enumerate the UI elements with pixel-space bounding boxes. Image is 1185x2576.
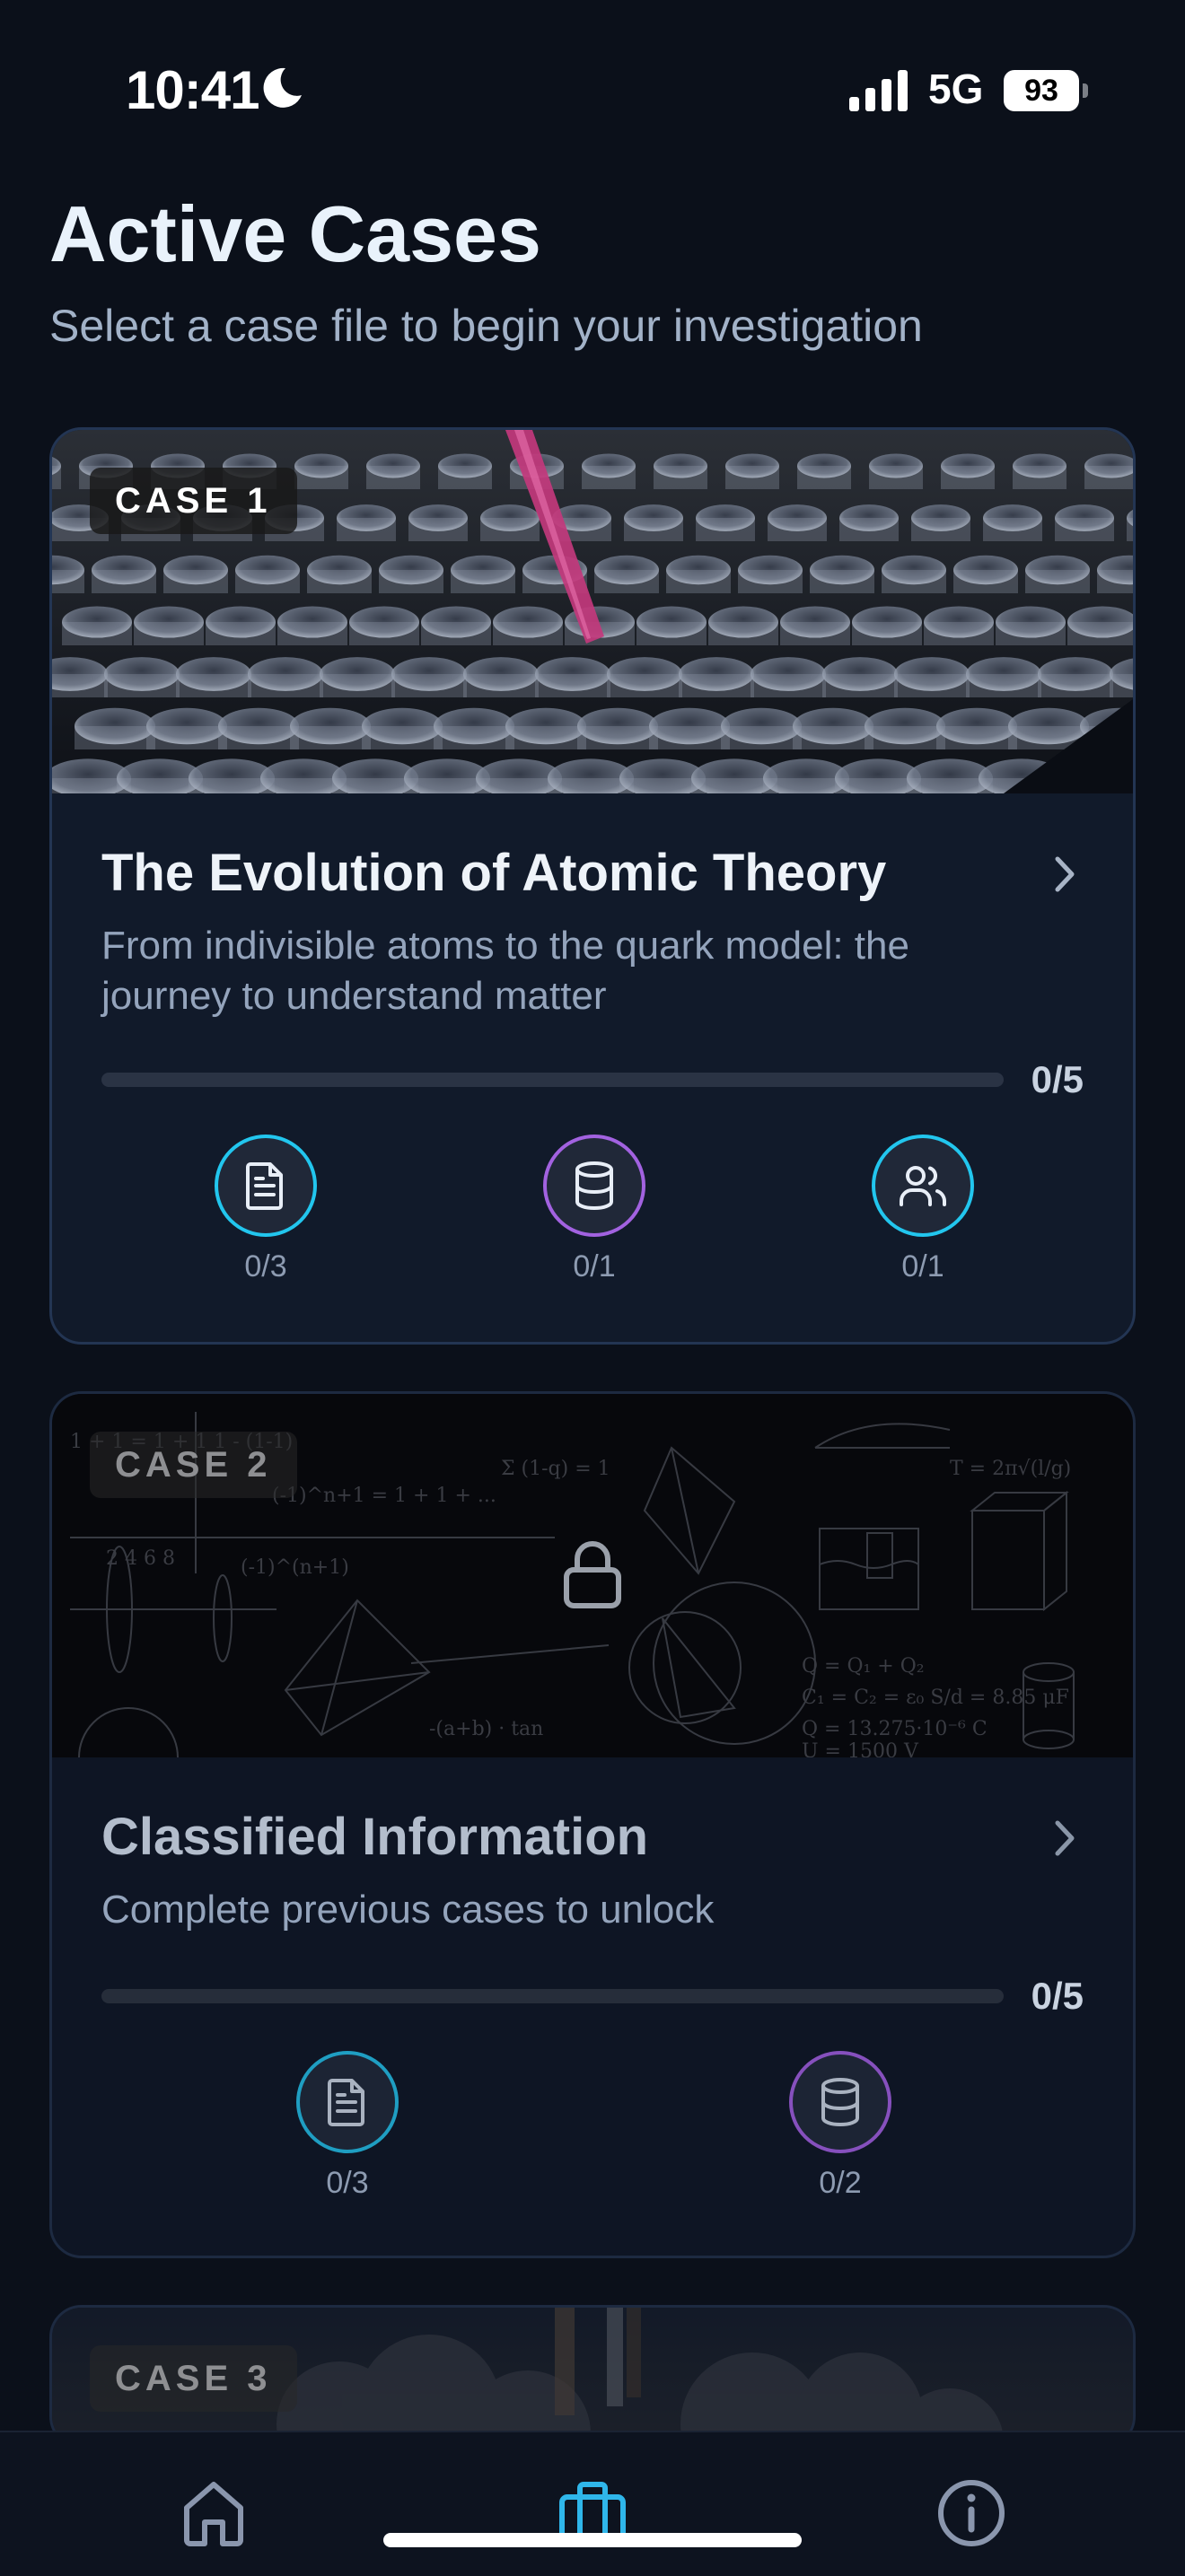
case-badge: CASE 2 [90, 1432, 297, 1498]
case-description: From indivisible atoms to the quark mode… [101, 924, 909, 1018]
database-icon [789, 2051, 891, 2153]
stat-documents[interactable]: 0/3 [258, 2051, 437, 2201]
progress-bar [101, 1989, 1004, 2003]
case-1-banner-image: CASE 1 [52, 430, 1133, 793]
stat-database[interactable]: 0/2 [750, 2051, 930, 2201]
stat-database[interactable]: 0/1 [505, 1135, 684, 1284]
case-card-3[interactable]: CASE 3 [49, 2305, 1136, 2449]
document-icon [296, 2051, 399, 2153]
database-icon [543, 1135, 645, 1237]
battery-level: 93 [1004, 70, 1079, 111]
home-icon[interactable] [178, 2477, 250, 2549]
svg-text:2 4 6 8: 2 4 6 8 [106, 1547, 175, 1570]
svg-text:Σ (1-q) = 1: Σ (1-q) = 1 [501, 1458, 610, 1480]
page-title: Active Cases [49, 189, 541, 278]
stat-people[interactable]: 0/1 [833, 1135, 1013, 1284]
progress-count: 0/5 [1031, 1058, 1084, 1100]
stat-count: 0/3 [326, 2166, 369, 2200]
lock-icon [564, 1541, 621, 1608]
case-badge: CASE 3 [90, 2345, 297, 2412]
users-icon [872, 1135, 974, 1237]
svg-text:(-1)^(n+1): (-1)^(n+1) [241, 1556, 349, 1579]
stat-count: 0/2 [819, 2166, 862, 2200]
stat-count: 0/1 [573, 1249, 616, 1284]
chevron-right-icon[interactable] [1047, 1816, 1083, 1861]
formula: U = 1500 V [802, 1740, 919, 1757]
case-description: Complete previous cases to unlock [101, 1888, 715, 1932]
info-icon[interactable] [935, 2477, 1007, 2549]
moon-icon [263, 67, 302, 108]
formula: T = 2π√(l/g) [950, 1458, 1071, 1480]
stat-count: 0/1 [901, 1249, 944, 1284]
case-card-1[interactable]: CASE 1 The Evolution of Atomic Theory Fr… [49, 427, 1136, 1345]
status-bar: 10:41 5G 93 [0, 0, 1185, 180]
network-label: 5G [928, 66, 984, 112]
progress-count: 0/5 [1031, 1975, 1084, 2017]
case-card-2[interactable]: 1 + 1 = 1 + 1 1 - (1-1) (-1)^n+1 = 1 + 1… [49, 1391, 1136, 2258]
formula: Q = Q₁ + Q₂ [802, 1655, 925, 1678]
case-badge: CASE 1 [90, 468, 297, 534]
case-2-banner-image: 1 + 1 = 1 + 1 1 - (1-1) (-1)^n+1 = 1 + 1… [52, 1394, 1133, 1757]
signal-icon [849, 70, 908, 111]
stat-documents[interactable]: 0/3 [176, 1135, 356, 1284]
case-title: Classified Information [101, 1808, 649, 1866]
home-indicator[interactable] [383, 2533, 802, 2547]
svg-text:(-1)^n+1 = 1 + 1 + ...: (-1)^n+1 = 1 + 1 + ... [272, 1485, 496, 1507]
stat-count: 0/3 [244, 1249, 287, 1284]
svg-text:Q = 13.275·10⁻⁶ C: Q = 13.275·10⁻⁶ C [802, 1718, 988, 1740]
chevron-right-icon[interactable] [1047, 852, 1083, 897]
document-icon [215, 1135, 317, 1237]
page-subtitle: Select a case file to begin your investi… [49, 301, 923, 351]
svg-text:C₁ = C₂ = ε₀ S/d = 8.85 μF: C₁ = C₂ = ε₀ S/d = 8.85 μF [802, 1687, 1069, 1709]
bottom-navigation [0, 2431, 1185, 2576]
svg-text:-(a+b) · tan: -(a+b) · tan [429, 1718, 543, 1740]
progress-bar [101, 1073, 1004, 1087]
battery-icon: 93 [1004, 70, 1088, 111]
case-3-banner-image: CASE 3 [52, 2308, 1133, 2446]
status-time: 10:41 [126, 60, 259, 120]
case-title: The Evolution of Atomic Theory [101, 844, 887, 902]
